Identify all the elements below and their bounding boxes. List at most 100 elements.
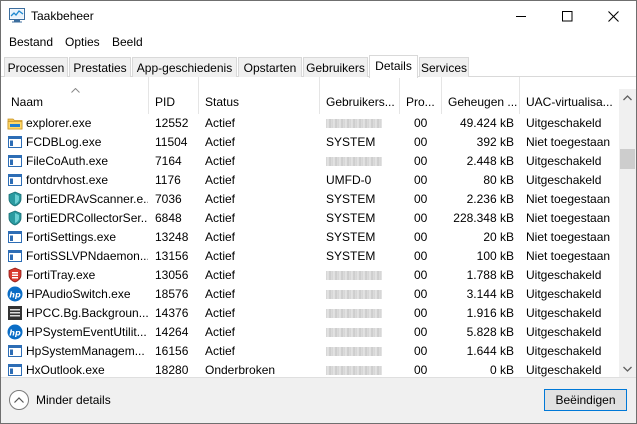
process-name: HPCC.Bg.Backgroun... (26, 306, 148, 320)
window-app-icon (7, 248, 23, 264)
column-header-geheugen[interactable]: Geheugen ... (442, 77, 520, 114)
redacted-username (326, 119, 382, 128)
column-header-uac[interactable]: UAC-virtualisa... (520, 77, 619, 114)
process-status: Actief (205, 344, 236, 358)
chevron-up-circle-icon (9, 390, 29, 410)
process-cpu: 00 (414, 173, 428, 187)
table-row[interactable]: HPCC.Bg.Backgroun... 14376 Actief 00 1.916 k… (5, 304, 619, 323)
process-cpu: 00 (414, 211, 428, 225)
minimize-button[interactable] (498, 1, 544, 31)
column-header-label: Naam (11, 95, 44, 109)
redacted-username (326, 328, 382, 337)
hp-logo-icon: hp (7, 286, 23, 302)
process-memory: 49.424 kB (459, 116, 514, 130)
table-row[interactable]: FileCoAuth.exe 7164 Actief 00 2.448 kB Uitges… (5, 152, 619, 171)
title-bar[interactable]: Taakbeheer (1, 1, 636, 31)
process-uac: Uitgeschakeld (526, 173, 602, 187)
end-task-button[interactable]: Beëindigen (544, 389, 627, 411)
process-memory: 2.236 kB (466, 192, 514, 206)
table-row[interactable]: hp HPSystemEventUtilit... 14264 Actief 00 5.8… (5, 323, 619, 342)
tab-details[interactable]: Details (369, 55, 418, 78)
process-cpu: 00 (414, 154, 428, 168)
process-name: explorer.exe (26, 116, 92, 130)
tab-gebruikers[interactable]: Gebruikers (303, 57, 368, 77)
menu-opties[interactable]: Opties (65, 35, 100, 49)
tab-processen[interactable]: Processen (4, 57, 68, 77)
process-name: HxOutlook.exe (26, 363, 105, 377)
process-pid: 7164 (155, 154, 182, 168)
folder-icon (7, 115, 23, 131)
column-header-label: Status (205, 95, 240, 109)
window-app-icon (7, 362, 23, 377)
tab-app-geschiedenis[interactable]: App-geschiedenis (132, 57, 237, 77)
table-row[interactable]: FortiEDRAvScanner.e... 7036 Actief SYSTEM 00… (5, 190, 619, 209)
column-header-gebruikersnaam[interactable]: Gebruikers... (320, 77, 400, 114)
column-header-label: Pro... (406, 95, 435, 109)
dark-app-icon (7, 305, 23, 321)
table-row[interactable]: HpSystemManagem... 16156 Actief 00 1.644 kB U… (5, 342, 619, 361)
process-user: UMFD-0 (326, 173, 372, 187)
process-status: Actief (205, 192, 236, 206)
svg-text:hp: hp (9, 328, 21, 337)
tab-services[interactable]: Services (419, 57, 469, 77)
maximize-icon (561, 10, 572, 21)
process-uac: Niet toegestaan (526, 211, 611, 225)
process-name: HPAudioSwitch.exe (26, 287, 131, 301)
scroll-down-button[interactable] (619, 360, 636, 377)
column-header-label: UAC-virtualisa... (526, 95, 613, 109)
maximize-button[interactable] (544, 1, 590, 31)
process-uac: Niet toegestaan (526, 192, 611, 206)
process-name: HpSystemManagem... (26, 344, 145, 358)
table-row[interactable]: FCDBLog.exe 11504 Actief SYSTEM 00 392 kB Niet… (5, 133, 619, 152)
process-memory: 5.828 kB (466, 325, 514, 339)
minimize-icon (515, 15, 526, 17)
table-row[interactable]: HxOutlook.exe 18280 Onderbroken 00 0 kB Uitge… (5, 361, 619, 377)
scroll-up-button[interactable] (619, 89, 636, 106)
window-app-icon (7, 229, 23, 245)
redacted-username (326, 157, 382, 166)
process-uac: Niet toegestaan (526, 249, 611, 263)
table-row[interactable]: FortiTray.exe 13056 Actief 00 1.788 kB Uitges… (5, 266, 619, 285)
column-header-status[interactable]: Status (199, 77, 320, 114)
process-pid: 13156 (155, 249, 189, 263)
process-status: Actief (205, 230, 236, 244)
scroll-thumb[interactable] (620, 149, 635, 169)
tab-opstarten[interactable]: Opstarten (238, 57, 302, 77)
process-name: FileCoAuth.exe (26, 154, 109, 168)
menu-bestand[interactable]: Bestand (9, 35, 53, 49)
close-button[interactable] (590, 1, 636, 31)
column-header-label: Gebruikers... (326, 95, 395, 109)
column-header-processor[interactable]: Pro... (400, 77, 442, 114)
table-row[interactable]: explorer.exe 12552 Actief 00 49.424 kB Uitges… (5, 114, 619, 133)
process-name: fontdrvhost.exe (26, 173, 109, 187)
process-memory: 0 kB (489, 363, 514, 377)
hp-logo-icon: hp (7, 324, 23, 340)
menu-beeld[interactable]: Beeld (112, 35, 143, 49)
table-row[interactable]: hp HPAudioSwitch.exe 18576 Actief 00 3.144 kB… (5, 285, 619, 304)
vertical-scrollbar[interactable] (619, 89, 636, 377)
table-row[interactable]: FortiSettings.exe 13248 Actief SYSTEM 00 20 k… (5, 228, 619, 247)
column-header-naam[interactable]: Naam (5, 77, 149, 114)
process-status: Actief (205, 287, 236, 301)
process-uac: Uitgeschakeld (526, 268, 602, 282)
table-row[interactable]: FortiEDRCollectorSer... 6848 Actief SYSTEM 0… (5, 209, 619, 228)
less-details-toggle[interactable]: Minder details (9, 390, 111, 410)
process-pid: 11504 (155, 135, 188, 149)
window-title: Taakbeheer (31, 9, 94, 23)
process-cpu: 00 (414, 325, 428, 339)
process-status: Actief (205, 268, 236, 282)
column-header-pid[interactable]: PID (149, 77, 199, 114)
process-pid: 14264 (155, 325, 189, 339)
sort-ascending-icon (71, 88, 80, 93)
tab-prestaties[interactable]: Prestaties (69, 57, 131, 77)
process-cpu: 00 (414, 192, 428, 206)
process-cpu: 00 (414, 249, 428, 263)
process-memory: 3.144 kB (466, 287, 514, 301)
process-status: Actief (205, 249, 236, 263)
process-uac: Uitgeschakeld (526, 154, 602, 168)
table-row[interactable]: fontdrvhost.exe 1176 Actief UMFD-0 00 80 kB Ui… (5, 171, 619, 190)
column-header-label: PID (155, 95, 176, 109)
process-uac: Niet toegestaan (526, 230, 611, 244)
table-row[interactable]: FortiSSLVPNdaemon... 13156 Actief SYSTEM 00 1… (5, 247, 619, 266)
shield-app-icon (7, 191, 23, 207)
